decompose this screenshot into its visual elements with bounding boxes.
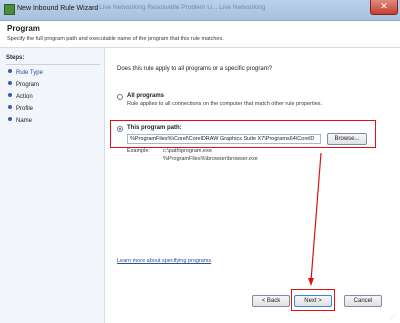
step-rule-type[interactable]: Rule Type	[8, 69, 43, 76]
cancel-button[interactable]: Cancel	[344, 295, 382, 307]
step-bullet-icon	[8, 81, 12, 85]
step-profile: Profile	[8, 105, 33, 112]
page-title: Program	[7, 24, 40, 33]
all-programs-description: Rule applies to all connections on the c…	[127, 101, 323, 107]
step-bullet-icon	[8, 117, 12, 121]
step-bullet-icon	[8, 105, 12, 109]
step-bullet-icon	[8, 93, 12, 97]
firewall-icon	[4, 4, 15, 15]
window-title: New Inbound Rule Wizard	[17, 5, 99, 12]
next-button-highlight	[291, 289, 335, 311]
background-window-titles: ... Live Networking Resolvable Problem U…	[92, 4, 266, 11]
all-programs-radio[interactable]	[117, 94, 123, 100]
wizard-header	[0, 21, 400, 48]
resize-grip-icon[interactable]: ⋰	[390, 313, 398, 321]
arrow-head-icon	[308, 278, 314, 286]
example-path-2: %ProgramFiles%\browser\browser.exe	[163, 156, 258, 162]
example-label: Example:	[127, 148, 150, 154]
steps-pane	[0, 48, 105, 323]
example-path-1: c:\path\program.exe	[163, 148, 212, 154]
learn-more-link[interactable]: Learn more about specifying programs	[117, 258, 211, 264]
steps-heading: Steps:	[6, 55, 25, 61]
steps-divider	[6, 64, 100, 65]
arrow-line	[310, 152, 322, 282]
step-program: Program	[8, 81, 39, 88]
back-button[interactable]: < Back	[252, 295, 290, 307]
page-description: Specify the full program path and execut…	[7, 36, 224, 42]
step-bullet-icon	[8, 69, 12, 73]
all-programs-label[interactable]: All programs	[127, 93, 164, 99]
scope-question: Does this rule apply to all programs or …	[117, 66, 273, 72]
program-path-highlight	[110, 120, 376, 148]
step-action: Action	[8, 93, 33, 100]
step-name: Name	[8, 117, 32, 124]
close-button[interactable]: ✕	[370, 0, 398, 15]
